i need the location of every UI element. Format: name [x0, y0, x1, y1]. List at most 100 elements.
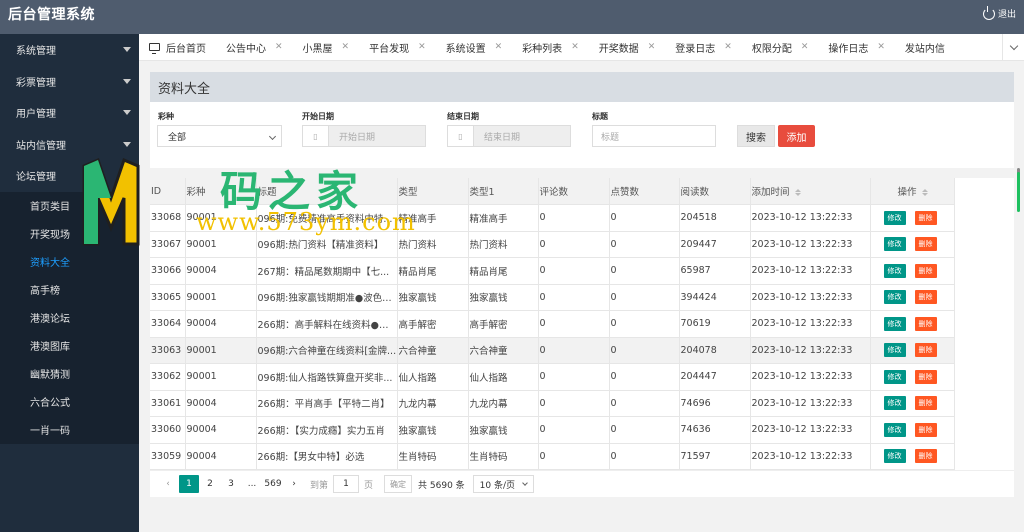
close-icon[interactable]: ✕	[571, 42, 579, 52]
tab-login-log[interactable]: 登录日志 ✕	[665, 34, 742, 60]
tabs-more-button[interactable]	[1002, 34, 1024, 60]
page-2-button[interactable]: 2	[200, 475, 220, 493]
edit-button[interactable]: 修改	[883, 263, 906, 278]
col-added-time[interactable]: 添加时间	[750, 178, 871, 205]
edit-button[interactable]: 修改	[883, 290, 906, 305]
cell-title: 266期：平肖高手【平特二肖】	[256, 390, 398, 417]
power-icon	[982, 5, 995, 20]
delete-button[interactable]: 删除	[914, 263, 937, 278]
tab-home[interactable]: 后台首页	[139, 34, 216, 60]
close-icon[interactable]: ✕	[495, 42, 503, 52]
sidebar-item-humor-guess[interactable]: 幽默猜测	[0, 360, 139, 388]
title-input[interactable]: 标题	[592, 125, 716, 147]
add-button[interactable]: 添加	[778, 125, 815, 147]
close-icon[interactable]: ✕	[801, 42, 809, 52]
cell-title: 266期：【实力成癮】实力五肖	[256, 416, 398, 444]
delete-button[interactable]: 删除	[914, 422, 937, 437]
cell-actions: 修改 删除	[870, 310, 955, 338]
close-icon[interactable]: ✕	[648, 42, 656, 52]
sidebar-item-one-code[interactable]: 一肖一码	[0, 416, 139, 444]
cell-id: 33061	[150, 390, 186, 417]
sidebar-group-forum[interactable]: 论坛管理	[0, 160, 139, 192]
sidebar-item-formula[interactable]: 六合公式	[0, 388, 139, 416]
delete-button[interactable]: 删除	[914, 210, 937, 225]
start-date-input[interactable]: ▯ 开始日期	[302, 125, 426, 147]
next-page-button[interactable]: ›	[284, 475, 304, 493]
cell-reads: 74696	[679, 390, 751, 417]
tab-draw-data[interactable]: 开奖数据 ✕	[589, 34, 666, 60]
delete-button[interactable]: 删除	[914, 396, 937, 411]
cell-type: 六合神童	[397, 337, 469, 364]
tab-blacklist[interactable]: 小黑屋 ✕	[293, 34, 360, 60]
edit-button[interactable]: 修改	[883, 237, 906, 252]
page-size-select[interactable]: 10 条/页	[472, 475, 535, 493]
edit-button[interactable]: 修改	[883, 422, 906, 437]
close-icon[interactable]: ✕	[418, 42, 426, 52]
delete-button[interactable]: 删除	[914, 343, 937, 358]
cell-type1: 精品肖尾	[468, 257, 539, 285]
search-button[interactable]: 搜索	[737, 125, 775, 147]
last-page-button[interactable]: 569	[263, 475, 283, 493]
edit-button[interactable]: 修改	[883, 210, 906, 225]
sidebar-item-hk-forum[interactable]: 港澳论坛	[0, 304, 139, 332]
cell-id: 33059	[150, 443, 186, 470]
cell-id: 33068	[150, 204, 186, 232]
sidebar-group-users[interactable]: 用户管理	[0, 97, 139, 129]
sidebar-item-hk-gallery[interactable]: 港澳图库	[0, 332, 139, 360]
edit-button[interactable]: 修改	[883, 396, 906, 411]
sort-icon[interactable]	[921, 189, 928, 196]
sidebar-item-live-draw[interactable]: 开奖现场	[0, 220, 139, 248]
close-icon[interactable]: ✕	[275, 42, 283, 52]
cell-type1: 仙人指路	[468, 363, 539, 391]
delete-button[interactable]: 删除	[914, 237, 937, 252]
sort-icon[interactable]	[794, 189, 801, 196]
delete-button[interactable]: 删除	[914, 290, 937, 305]
tab-lottery-list[interactable]: 彩种列表 ✕	[512, 34, 589, 60]
sidebar-group-lottery[interactable]: 彩票管理	[0, 66, 139, 98]
sidebar-item-expert-rank[interactable]: 高手榜	[0, 276, 139, 304]
cell-type1: 热门资料	[468, 231, 539, 258]
table-row: 33066 90004 267期：精品尾数期期中【七... 精品肖尾 精品肖尾 0 0 659…	[150, 257, 955, 285]
tab-operation-log[interactable]: 操作日志 ✕	[818, 34, 895, 60]
sidebar-item-data-collection[interactable]: 资料大全	[0, 248, 139, 276]
close-icon[interactable]: ✕	[877, 42, 885, 52]
cell-comments: 0	[538, 257, 610, 285]
edit-button[interactable]: 修改	[883, 369, 906, 384]
cell-title: 096期:独家赢钱期期准●波色+...	[256, 284, 398, 311]
delete-button[interactable]: 删除	[914, 449, 937, 464]
sidebar-item-home-category[interactable]: 首页类目	[0, 192, 139, 220]
edit-button[interactable]: 修改	[883, 316, 906, 331]
logout-button[interactable]: 退出	[982, 5, 1016, 20]
tab-platform-discovery[interactable]: 平台发现 ✕	[359, 34, 436, 60]
sidebar-group-messages[interactable]: 站内信管理	[0, 129, 139, 161]
goto-confirm-button[interactable]: 确定	[384, 475, 413, 493]
delete-button[interactable]: 删除	[914, 369, 937, 384]
goto-page-input[interactable]: 1	[333, 475, 360, 493]
tab-announcements[interactable]: 公告中心 ✕	[216, 34, 293, 60]
tab-label: 小黑屋	[302, 43, 333, 55]
sidebar-group-system[interactable]: 系统管理	[0, 34, 139, 66]
close-icon[interactable]: ✕	[724, 42, 732, 52]
delete-button[interactable]: 删除	[914, 316, 937, 331]
prev-page-button[interactable]: ‹	[158, 475, 178, 493]
tab-permissions[interactable]: 权限分配 ✕	[742, 34, 819, 60]
tab-system-settings[interactable]: 系统设置 ✕	[436, 34, 513, 60]
cell-actions: 修改 删除	[870, 284, 955, 311]
page-1-button[interactable]: 1	[179, 475, 199, 493]
tab-bar: 后台首页 公告中心 ✕ 小黑屋 ✕ 平台发现 ✕ 系统设置 ✕ 彩种列表 ✕ 开奖数据 ✕ …	[139, 34, 1024, 61]
lottery-select-value: 全部	[168, 132, 187, 143]
cell-comments: 0	[538, 363, 610, 391]
cell-reads: 70619	[679, 310, 751, 338]
close-icon[interactable]: ✕	[342, 42, 350, 52]
cell-added-time: 2023-10-12 13:22:33	[750, 443, 871, 470]
end-date-input[interactable]: ▯ 结束日期	[447, 125, 571, 147]
sidebar: 系统管理 彩票管理 用户管理 站内信管理 论坛管理 首页类目 开奖现场 资料大全…	[0, 34, 139, 532]
edit-button[interactable]: 修改	[883, 343, 906, 358]
page-3-button[interactable]: 3	[221, 475, 241, 493]
edit-button[interactable]: 修改	[883, 449, 906, 464]
cell-type: 独家赢钱	[397, 416, 469, 444]
cell-likes: 0	[609, 443, 680, 470]
col-actions[interactable]: 操作	[870, 178, 955, 205]
lottery-select[interactable]: 全部	[157, 125, 282, 147]
tab-send-message[interactable]: 发站内信	[895, 34, 955, 60]
